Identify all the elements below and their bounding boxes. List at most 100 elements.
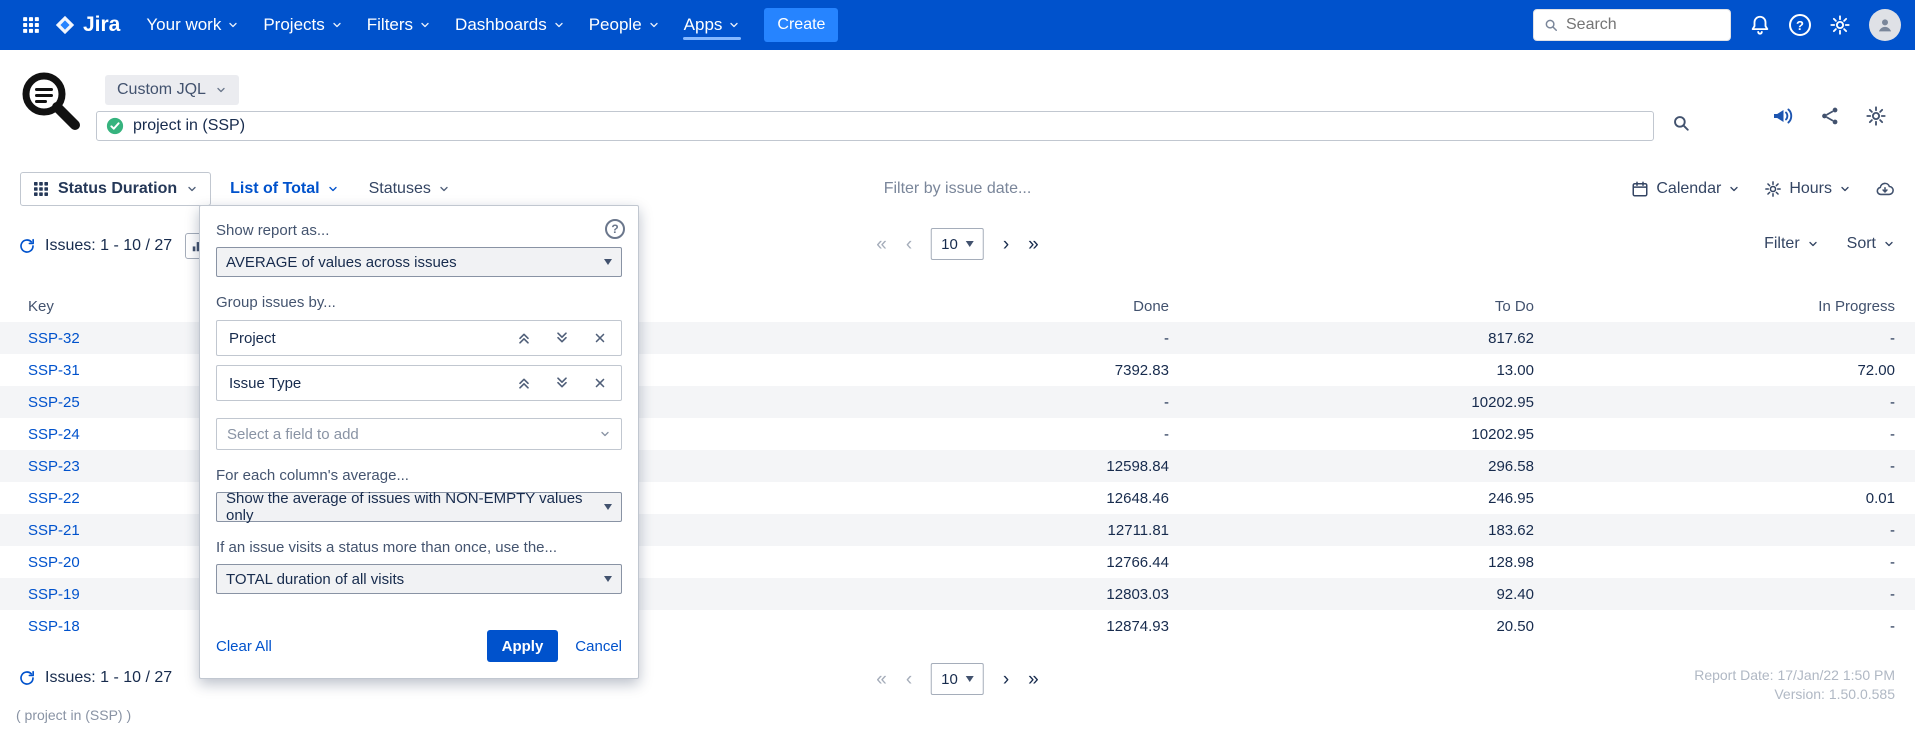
refresh-button[interactable] bbox=[18, 669, 36, 687]
calendar-dropdown[interactable]: Calendar bbox=[1631, 180, 1740, 198]
refresh-icon bbox=[18, 237, 36, 255]
view-type-label: List of Total bbox=[230, 180, 319, 198]
jql-search-button[interactable] bbox=[1672, 114, 1690, 132]
revisit-select[interactable]: TOTAL duration of all visits bbox=[216, 564, 622, 594]
add-field-select[interactable]: Select a field to add bbox=[216, 418, 622, 450]
nav-item-dashboards[interactable]: Dashboards bbox=[443, 0, 577, 50]
report-as-select[interactable]: AVERAGE of values across issues bbox=[216, 247, 622, 277]
user-avatar[interactable] bbox=[1869, 9, 1901, 41]
issue-key-link[interactable]: SSP-20 bbox=[28, 554, 80, 571]
chevron-down-icon bbox=[648, 19, 660, 31]
issue-key-link[interactable]: SSP-31 bbox=[28, 362, 80, 379]
sort-dropdown[interactable]: Sort bbox=[1847, 235, 1895, 253]
nav-item-apps[interactable]: Apps bbox=[672, 0, 753, 50]
issue-key-link[interactable]: SSP-22 bbox=[28, 490, 80, 507]
page-size-select[interactable]: 10 bbox=[931, 228, 984, 260]
issue-key-link[interactable]: SSP-19 bbox=[28, 586, 80, 603]
done-cell: - bbox=[859, 426, 1169, 443]
clear-all-button[interactable]: Clear All bbox=[216, 638, 272, 655]
prev-page-button[interactable]: ‹ bbox=[906, 235, 912, 254]
header-to-do: To Do bbox=[1169, 298, 1534, 315]
panel-help-button[interactable]: ? bbox=[605, 219, 625, 239]
share-button[interactable] bbox=[1819, 105, 1841, 127]
report-toolbar: Status Duration List of Total Statuses F… bbox=[0, 171, 1915, 207]
issue-key-link[interactable]: SSP-21 bbox=[28, 522, 80, 539]
group-field-actions bbox=[505, 323, 619, 353]
issue-key-cell: SSP-19 bbox=[28, 586, 168, 603]
next-page-button[interactable]: › bbox=[1003, 235, 1009, 254]
notifications-button[interactable] bbox=[1749, 14, 1771, 36]
move-to-bottom-button[interactable] bbox=[543, 323, 581, 353]
remove-field-button[interactable] bbox=[581, 368, 619, 398]
first-page-button[interactable]: « bbox=[876, 670, 887, 689]
filter-dropdown[interactable]: Filter bbox=[1764, 235, 1819, 253]
jql-input[interactable] bbox=[133, 117, 1644, 135]
nav-item-projects[interactable]: Projects bbox=[251, 0, 354, 50]
app-switcher-button[interactable] bbox=[14, 8, 48, 42]
nav-item-your-work[interactable]: Your work bbox=[134, 0, 251, 50]
settings-button[interactable] bbox=[1829, 14, 1851, 36]
next-page-button[interactable]: › bbox=[1003, 670, 1009, 689]
move-to-top-button[interactable] bbox=[505, 323, 543, 353]
last-page-button[interactable]: » bbox=[1028, 670, 1039, 689]
report-type-dropdown[interactable]: Status Duration bbox=[20, 172, 211, 206]
first-page-button[interactable]: « bbox=[876, 235, 887, 254]
cancel-button[interactable]: Cancel bbox=[575, 638, 622, 655]
issue-date-filter-input[interactable]: Filter by issue date... bbox=[884, 180, 1032, 198]
move-to-bottom-button[interactable] bbox=[543, 368, 581, 398]
issues-info: Issues: 1 - 10 / 27 bbox=[18, 233, 211, 259]
issue-key-link[interactable]: SSP-24 bbox=[28, 426, 80, 443]
issues-count: Issues: 1 - 10 / 27 bbox=[45, 237, 172, 255]
issue-key-link[interactable]: SSP-25 bbox=[28, 394, 80, 411]
calendar-icon bbox=[1631, 180, 1649, 198]
view-type-dropdown[interactable]: List of Total bbox=[219, 172, 349, 206]
refresh-button[interactable] bbox=[18, 237, 36, 255]
jql-valid-icon bbox=[106, 117, 124, 135]
issue-key-cell: SSP-20 bbox=[28, 554, 168, 571]
export-button[interactable] bbox=[1875, 179, 1895, 199]
global-search-input[interactable] bbox=[1566, 16, 1720, 34]
issue-key-link[interactable]: SSP-18 bbox=[28, 618, 80, 635]
done-cell: 12648.46 bbox=[859, 490, 1169, 507]
chevron-down-icon bbox=[186, 183, 198, 195]
report-settings-button[interactable] bbox=[1865, 105, 1887, 127]
apply-button[interactable]: Apply bbox=[487, 630, 559, 662]
nav-item-people[interactable]: People bbox=[577, 0, 672, 50]
hours-label: Hours bbox=[1789, 180, 1832, 198]
header-done: Done bbox=[859, 298, 1169, 315]
column-average-label: For each column's average... bbox=[216, 467, 622, 484]
help-button[interactable]: ? bbox=[1789, 14, 1811, 36]
nav-item-filters[interactable]: Filters bbox=[355, 0, 443, 50]
done-cell: 12598.84 bbox=[859, 458, 1169, 475]
query-mode-label: Custom JQL bbox=[117, 81, 206, 99]
chevron-down-icon bbox=[419, 19, 431, 31]
column-average-select[interactable]: Show the average of issues with NON-EMPT… bbox=[216, 492, 622, 522]
column-average-value: Show the average of issues with NON-EMPT… bbox=[226, 490, 604, 524]
issue-key-link[interactable]: SSP-32 bbox=[28, 330, 80, 347]
feedback-button[interactable] bbox=[1771, 104, 1795, 128]
query-section: Custom JQL bbox=[0, 50, 1915, 172]
global-search[interactable] bbox=[1533, 9, 1731, 41]
to-do-cell: 13.00 bbox=[1169, 362, 1534, 379]
remove-field-button[interactable] bbox=[581, 323, 619, 353]
nav-item-label: Your work bbox=[146, 15, 221, 35]
double-chevron-up-icon bbox=[516, 375, 532, 391]
help-icon: ? bbox=[1789, 14, 1811, 36]
create-button[interactable]: Create bbox=[764, 8, 838, 42]
statuses-dropdown[interactable]: Statuses bbox=[358, 172, 461, 206]
hours-dropdown[interactable]: Hours bbox=[1764, 180, 1851, 198]
prev-page-button[interactable]: ‹ bbox=[906, 670, 912, 689]
report-version: Version: 1.50.0.585 bbox=[1694, 685, 1895, 704]
revisit-label: If an issue visits a status more than on… bbox=[216, 539, 622, 556]
query-mode-dropdown[interactable]: Custom JQL bbox=[105, 75, 239, 105]
move-to-top-button[interactable] bbox=[505, 368, 543, 398]
done-cell: - bbox=[859, 330, 1169, 347]
revisit-value: TOTAL duration of all visits bbox=[226, 571, 404, 588]
last-page-button[interactable]: » bbox=[1028, 235, 1039, 254]
to-do-cell: 817.62 bbox=[1169, 330, 1534, 347]
show-report-as-label: Show report as... bbox=[216, 222, 622, 239]
jira-logo[interactable]: Jira bbox=[54, 13, 120, 37]
issue-key-link[interactable]: SSP-23 bbox=[28, 458, 80, 475]
page-size-value: 10 bbox=[941, 236, 958, 253]
page-size-select[interactable]: 10 bbox=[931, 663, 984, 695]
